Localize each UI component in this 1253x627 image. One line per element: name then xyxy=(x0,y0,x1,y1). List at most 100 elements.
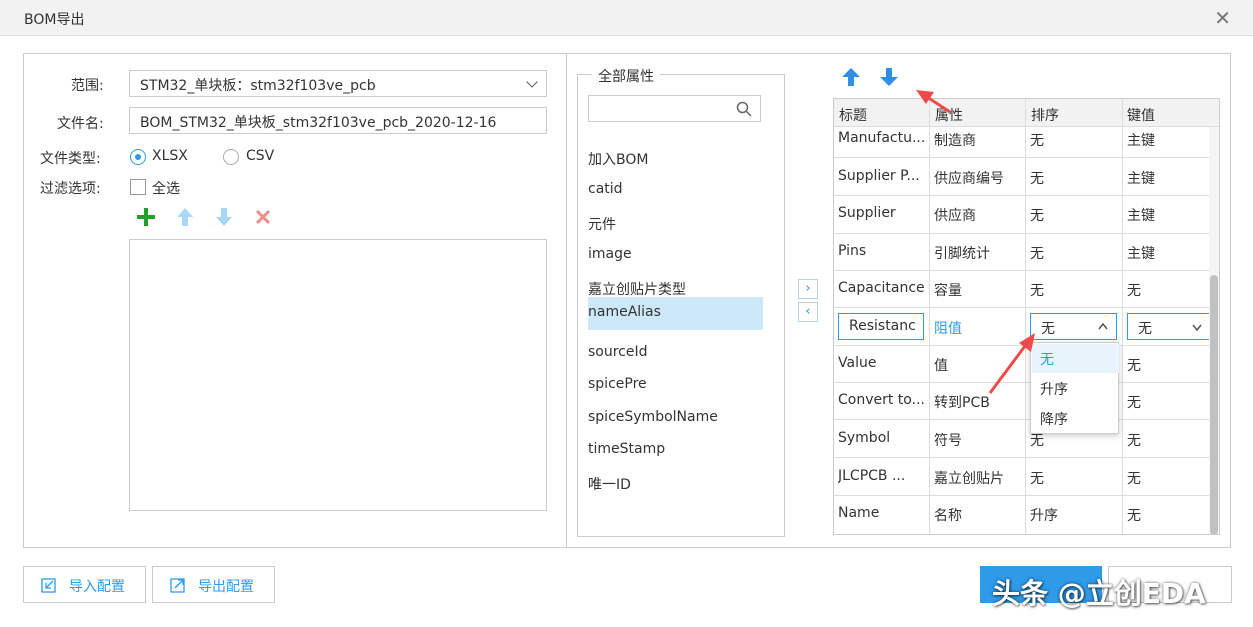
table-row[interactable]: Supplier P... 供应商编号 无 主键 xyxy=(834,158,1210,196)
sort-option-desc[interactable]: 降序 xyxy=(1032,404,1119,433)
row-up-icon[interactable] xyxy=(841,67,861,87)
attribute-item[interactable]: spiceSymbolName xyxy=(588,403,763,435)
cell-key: 主键 xyxy=(1127,208,1155,224)
cell-attr: 供应商编号 xyxy=(934,171,1004,187)
export-config-label: 导出配置 xyxy=(198,579,254,595)
search-icon xyxy=(736,101,752,117)
export-icon xyxy=(170,578,185,593)
cell-attr: 制造商 xyxy=(934,133,976,149)
radio-xlsx[interactable] xyxy=(130,149,146,165)
scope-label: 范围: xyxy=(71,78,104,94)
cell-attr: 供应商 xyxy=(934,208,976,224)
cell-attr: 值 xyxy=(934,358,948,374)
close-icon[interactable]: ✕ xyxy=(1214,6,1231,30)
key-select[interactable]: 无 xyxy=(1127,313,1211,340)
add-to-table-button[interactable]: › xyxy=(798,279,818,299)
radio-csv[interactable] xyxy=(223,149,239,165)
table-row[interactable]: Convert to... 转到PCB 无 xyxy=(834,383,1210,420)
cell-key: 无 xyxy=(1127,395,1141,411)
attribute-item[interactable]: sourceId xyxy=(588,338,763,370)
table-row[interactable]: Value 值 无 xyxy=(834,346,1210,383)
sort-dropdown: 无 升序 降序 xyxy=(1030,342,1119,434)
cell-sort: 无 xyxy=(1030,133,1044,149)
move-up-icon[interactable] xyxy=(176,207,194,227)
cell-attr: 引脚统计 xyxy=(934,246,990,262)
cell-key: 无 xyxy=(1127,433,1141,449)
table-scrollbar-thumb[interactable] xyxy=(1210,275,1218,534)
cell-key: 主键 xyxy=(1127,171,1155,187)
attribute-item[interactable]: catid xyxy=(588,175,763,207)
filter-list[interactable] xyxy=(129,239,547,511)
scope-select[interactable]: STM32_单块板：stm32f103ve_pcb xyxy=(129,70,547,97)
move-down-icon[interactable] xyxy=(215,207,233,227)
cell-attr: 名称 xyxy=(934,508,962,524)
table-row[interactable]: Symbol 符号 无 无 xyxy=(834,420,1210,458)
filter-label: 过滤选项: xyxy=(40,181,101,197)
chevron-down-icon xyxy=(1192,324,1202,331)
table-row[interactable]: Capacitance 容量 无 无 xyxy=(834,271,1210,308)
cell-sort: 升序 xyxy=(1030,508,1058,524)
attributes-legend: 全部属性 xyxy=(592,66,660,86)
row-down-icon[interactable] xyxy=(879,67,899,87)
scope-value: STM32_单块板：stm32f103ve_pcb xyxy=(140,78,376,94)
table-row-editing[interactable]: Resistanc 阻值 无 无 xyxy=(834,308,1211,346)
sort-option-none[interactable]: 无 xyxy=(1032,344,1119,373)
cell-sort: 无 xyxy=(1030,171,1044,187)
cell-title: Supplier P... xyxy=(838,168,920,184)
radio-xlsx-label: XLSX xyxy=(152,148,188,164)
cell-title: Supplier xyxy=(838,205,896,221)
add-icon[interactable] xyxy=(136,207,156,227)
attribute-item[interactable]: timeStamp xyxy=(588,435,763,467)
header-title: 标题 xyxy=(839,108,867,124)
cell-attr: 容量 xyxy=(934,283,962,299)
dialog-title-bar: BOM导出 ✕ xyxy=(0,0,1253,36)
table-header: 标题 属性 排序 键值 xyxy=(834,99,1219,127)
sort-option-asc[interactable]: 升序 xyxy=(1032,374,1119,403)
attribute-item[interactable]: 唯一ID xyxy=(588,468,763,500)
header-sort: 排序 xyxy=(1031,108,1059,124)
cell-sort: 无 xyxy=(1030,208,1044,224)
attribute-item[interactable]: image xyxy=(588,240,763,272)
cell-key: 无 xyxy=(1127,471,1141,487)
filename-label: 文件名: xyxy=(57,116,104,132)
delete-icon[interactable] xyxy=(255,209,271,225)
filename-input[interactable]: BOM_STM32_单块板_stm32f103ve_pcb_2020-12-16 xyxy=(129,107,547,134)
cell-sort: 无 xyxy=(1030,471,1044,487)
table-row[interactable]: Supplier 供应商 无 主键 xyxy=(834,196,1210,234)
dialog-title: BOM导出 xyxy=(24,12,85,28)
attribute-item[interactable]: 元件 xyxy=(588,208,763,240)
chevron-up-icon xyxy=(1098,323,1108,330)
watermark: 头条 @立创EDA xyxy=(992,577,1206,610)
export-config-button[interactable]: 导出配置 xyxy=(152,566,275,603)
select-all-checkbox[interactable] xyxy=(130,179,146,195)
attribute-search-input[interactable] xyxy=(588,95,761,122)
cell-key: 主键 xyxy=(1127,246,1155,262)
sort-select[interactable]: 无 xyxy=(1030,313,1117,340)
key-select-value: 无 xyxy=(1138,321,1152,337)
attribute-item[interactable]: 加入BOM xyxy=(588,143,763,175)
table-row[interactable]: Pins 引脚统计 无 主键 xyxy=(834,234,1210,271)
cell-title: Manufactu... xyxy=(838,130,926,146)
cell-title: Value xyxy=(838,355,877,371)
radio-csv-label: CSV xyxy=(246,148,275,164)
table-row[interactable]: JLCPCB ... 嘉立创贴片 无 无 xyxy=(834,458,1210,496)
import-config-label: 导入配置 xyxy=(69,579,125,595)
cell-attr: 嘉立创贴片 xyxy=(934,471,1004,487)
cell-title: Capacitance xyxy=(838,280,925,296)
header-attr: 属性 xyxy=(935,108,963,124)
cell-title: Name xyxy=(838,505,880,521)
import-icon xyxy=(41,578,56,593)
table-row[interactable]: Manufactu... 制造商 无 主键 xyxy=(834,127,1210,158)
cell-title: Convert to... xyxy=(838,392,925,408)
attribute-item-selected[interactable]: nameAlias xyxy=(588,297,763,330)
import-config-button[interactable]: 导入配置 xyxy=(23,566,146,603)
table-row[interactable]: Name 名称 升序 无 xyxy=(834,496,1210,534)
cell-attr: 符号 xyxy=(934,433,962,449)
attribute-item[interactable]: spicePre xyxy=(588,370,763,402)
cell-sort: 无 xyxy=(1030,246,1044,262)
chevron-down-icon xyxy=(526,76,538,88)
remove-from-table-button[interactable]: ‹ xyxy=(798,302,818,322)
title-edit-input[interactable]: Resistanc xyxy=(838,313,924,340)
cell-title: JLCPCB ... xyxy=(838,468,906,484)
cell-title: Symbol xyxy=(838,430,891,446)
